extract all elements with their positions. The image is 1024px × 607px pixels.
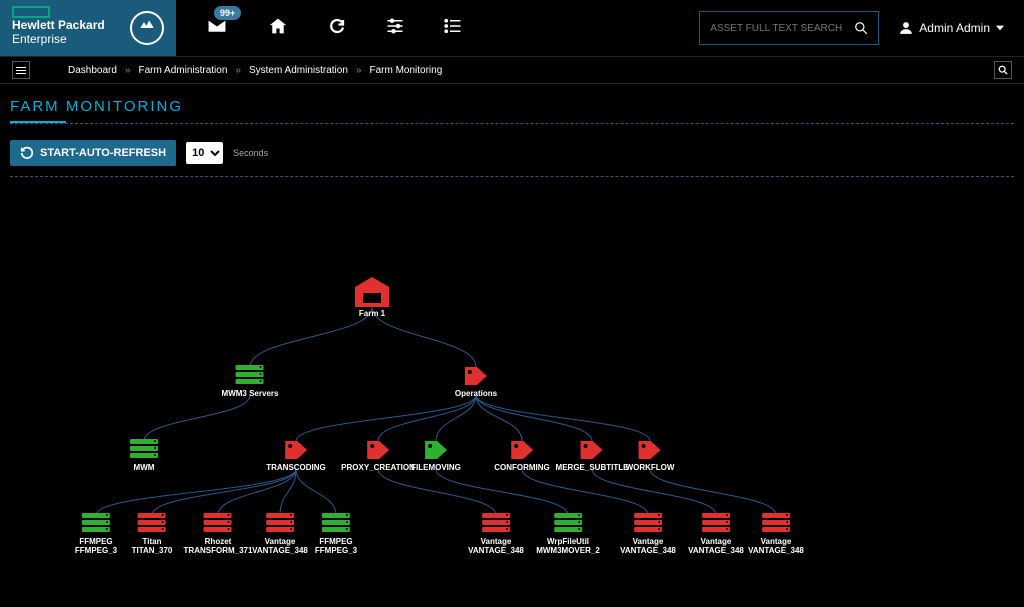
- node-workflow[interactable]: WORKFLOW: [626, 439, 675, 472]
- node-label: WrpFileUtil: [536, 537, 600, 546]
- node-titan[interactable]: TitanTITAN_370: [132, 513, 173, 555]
- node-vantage3[interactable]: VantageVANTAGE_348: [620, 513, 676, 555]
- node-label: PROXY_CREATION: [341, 463, 415, 472]
- interval-unit: Seconds: [233, 148, 268, 158]
- node-label: FFMPEG: [75, 537, 117, 546]
- node-mwm3[interactable]: MWM3 Servers: [222, 365, 279, 398]
- search-icon: [854, 21, 868, 35]
- node-label: MWM3 Servers: [222, 389, 279, 398]
- asset-search[interactable]: [699, 11, 879, 45]
- node-label: Operations: [455, 389, 497, 398]
- node-label: MWM: [130, 463, 158, 472]
- node-label: FFMPEG: [315, 537, 357, 546]
- node-label: TRANSCODING: [266, 463, 326, 472]
- user-menu[interactable]: Admin Admin: [899, 21, 1024, 35]
- breadcrumb-bar: Dashboard » Farm Administration » System…: [0, 56, 1024, 84]
- node-label: Farm 1: [355, 309, 389, 318]
- search-input[interactable]: [710, 23, 854, 34]
- node-label: CONFORMING: [494, 463, 550, 472]
- node-sublabel: VANTAGE_348: [252, 546, 308, 555]
- notifications-badge: 99+: [214, 6, 241, 20]
- home-button[interactable]: [268, 17, 288, 40]
- node-vantage5[interactable]: VantageVANTAGE_348: [748, 513, 804, 555]
- hpe-accent-bar: [12, 6, 50, 18]
- node-label: Vantage: [468, 537, 524, 546]
- start-auto-refresh-button[interactable]: START-AUTO-REFRESH: [10, 140, 176, 166]
- node-proxy[interactable]: PROXY_CREATION: [341, 439, 415, 472]
- controls-bar: START-AUTO-REFRESH 10 Seconds: [0, 134, 1024, 176]
- node-filemoving[interactable]: FILEMOVING: [411, 439, 461, 472]
- refresh-icon: [20, 146, 34, 160]
- node-merge_sub[interactable]: MERGE_SUBTITLE: [556, 439, 629, 472]
- node-label: Rhozet: [184, 537, 253, 546]
- node-conforming[interactable]: CONFORMING: [494, 439, 550, 472]
- node-label: MERGE_SUBTITLE: [556, 463, 629, 472]
- refresh-label: START-AUTO-REFRESH: [40, 147, 166, 159]
- node-wrp[interactable]: WrpFileUtilMWM3MOVER_2: [536, 513, 600, 555]
- breadcrumb-sep: »: [235, 65, 241, 76]
- node-rhozet[interactable]: RhozetTRANSFORM_371: [184, 513, 253, 555]
- node-transcoding[interactable]: TRANSCODING: [266, 439, 326, 472]
- top-icons: 99+: [176, 17, 462, 40]
- breadcrumb-item[interactable]: Farm Administration: [138, 65, 227, 76]
- breadcrumb-item[interactable]: System Administration: [249, 65, 348, 76]
- brand-text: Hewlett Packard Enterprise: [12, 18, 105, 47]
- node-sublabel: MWM3MOVER_2: [536, 546, 600, 555]
- node-sublabel: VANTAGE_348: [620, 546, 676, 555]
- breadcrumb-item[interactable]: Farm Monitoring: [369, 65, 442, 76]
- breadcrumb-item[interactable]: Dashboard: [68, 65, 117, 76]
- node-mwm[interactable]: MWM: [130, 439, 158, 472]
- node-sublabel: FFMPEG_3: [315, 546, 357, 555]
- refresh-icon-button[interactable]: [328, 17, 346, 40]
- node-vantage4[interactable]: VantageVANTAGE_348: [688, 513, 744, 555]
- node-sublabel: FFMPEG_3: [75, 546, 117, 555]
- node-label: Vantage: [748, 537, 804, 546]
- notifications-button[interactable]: 99+: [206, 18, 228, 39]
- page-title: FARM MONITORING: [0, 84, 1024, 121]
- node-farm[interactable]: Farm 1: [355, 277, 389, 318]
- divider: [10, 123, 1014, 124]
- user-name: Admin Admin: [919, 21, 990, 35]
- top-bar: Hewlett Packard Enterprise 99+ Admin Adm…: [0, 0, 1024, 56]
- user-icon: [899, 21, 913, 35]
- node-vantage2[interactable]: VantageVANTAGE_348: [468, 513, 524, 555]
- search-toggle[interactable]: [994, 61, 1012, 79]
- node-vantage1[interactable]: VantageVANTAGE_348: [252, 513, 308, 555]
- refresh-interval-select[interactable]: 10: [186, 142, 223, 164]
- node-label: FILEMOVING: [411, 463, 461, 472]
- node-label: Titan: [132, 537, 173, 546]
- node-operations[interactable]: Operations: [455, 365, 497, 398]
- node-sublabel: VANTAGE_348: [688, 546, 744, 555]
- breadcrumb-sep: »: [356, 65, 362, 76]
- topology-canvas[interactable]: Farm 1 MWM3 Servers Operations MWM TRANSCODI…: [0, 187, 1024, 607]
- node-sublabel: TRANSFORM_371: [184, 546, 253, 555]
- sliders-button[interactable]: [386, 17, 404, 40]
- chevron-down-icon: [996, 25, 1004, 31]
- node-sublabel: VANTAGE_348: [468, 546, 524, 555]
- breadcrumb-sep: »: [125, 65, 131, 76]
- node-label: WORKFLOW: [626, 463, 675, 472]
- node-label: Vantage: [620, 537, 676, 546]
- node-sublabel: VANTAGE_348: [748, 546, 804, 555]
- node-label: Vantage: [252, 537, 308, 546]
- brand-circle-icon: [130, 11, 164, 45]
- menu-toggle[interactable]: [12, 61, 30, 79]
- brand-logo[interactable]: Hewlett Packard Enterprise: [0, 0, 176, 56]
- node-sublabel: TITAN_370: [132, 546, 173, 555]
- list-button[interactable]: [444, 18, 462, 39]
- node-ffmpeg2[interactable]: FFMPEGFFMPEG_3: [315, 513, 357, 555]
- node-label: Vantage: [688, 537, 744, 546]
- divider: [10, 176, 1014, 177]
- node-ffmpeg1[interactable]: FFMPEGFFMPEG_3: [75, 513, 117, 555]
